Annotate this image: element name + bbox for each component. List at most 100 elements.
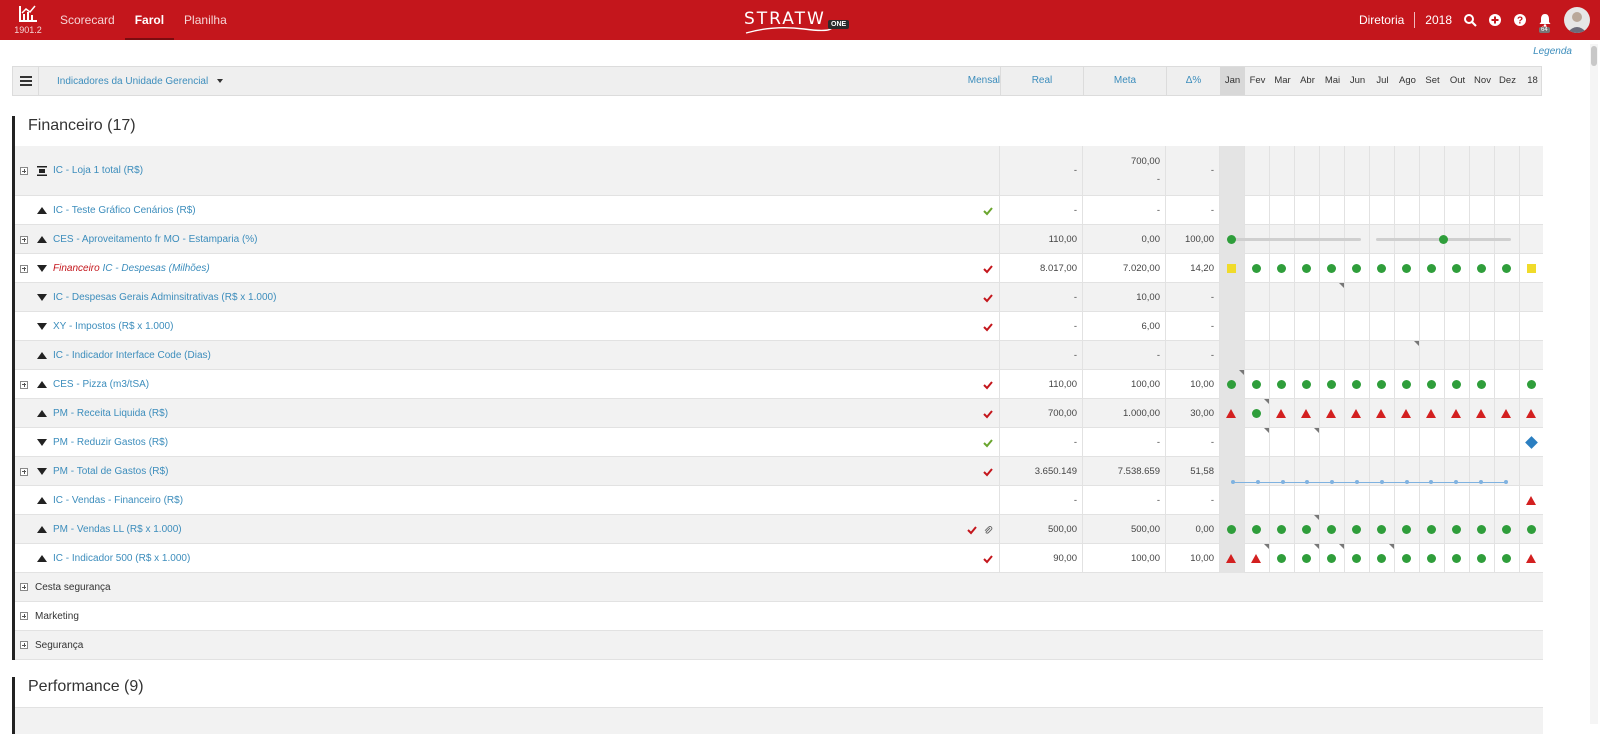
status-green-icon[interactable] (1326, 380, 1336, 389)
comment-marker-icon[interactable] (1389, 544, 1394, 549)
status-green-icon[interactable] (1276, 380, 1286, 389)
table-row[interactable]: XY - Impostos (R$ x 1.000) - 6,00 - (15, 312, 1543, 341)
status-green-icon[interactable] (1326, 264, 1336, 273)
status-green-icon[interactable] (1301, 554, 1311, 563)
status-green-icon[interactable] (1376, 525, 1386, 534)
group-row-marketing[interactable]: Marketing (15, 602, 1543, 631)
comment-marker-icon[interactable] (1264, 399, 1269, 404)
status-green-icon[interactable] (1351, 380, 1361, 389)
status-green-icon[interactable] (1438, 235, 1448, 244)
check-icon[interactable] (967, 525, 977, 535)
legend-link[interactable]: Legenda (1533, 46, 1572, 57)
comment-marker-icon[interactable] (1339, 544, 1344, 549)
status-red-icon[interactable] (1326, 408, 1336, 418)
table-row[interactable]: IC - Loja 1 total (R$) - 700,00 - - (15, 146, 1543, 196)
status-green-icon[interactable] (1251, 264, 1261, 273)
status-green-icon[interactable] (1401, 525, 1411, 534)
help-icon[interactable]: ? (1513, 13, 1527, 27)
nav-scorecard[interactable]: Scorecard (50, 0, 125, 40)
status-green-icon[interactable] (1276, 264, 1286, 273)
status-green-icon[interactable] (1426, 380, 1436, 389)
status-green-icon[interactable] (1476, 380, 1486, 389)
indicator-link[interactable]: IC - Indicador 500 (R$ x 1.000) (53, 553, 190, 564)
periodicity-header[interactable]: Mensal (943, 67, 1000, 95)
status-green-icon[interactable] (1351, 525, 1361, 534)
comment-marker-icon[interactable] (1339, 283, 1344, 288)
status-green-icon[interactable] (1476, 554, 1486, 563)
add-icon[interactable] (1488, 13, 1502, 27)
app-logo[interactable]: 1901.2 (12, 4, 44, 38)
check-icon[interactable] (983, 554, 993, 564)
check-icon[interactable] (983, 438, 993, 448)
status-green-icon[interactable] (1476, 525, 1486, 534)
month-header-jan[interactable]: Jan (1220, 67, 1245, 95)
comment-marker-icon[interactable] (1264, 428, 1269, 433)
table-row[interactable]: CES - Pizza (m3/tSA) 110,00 100,00 10,00 (15, 370, 1543, 399)
status-green-icon[interactable] (1401, 380, 1411, 389)
status-green-icon[interactable] (1376, 554, 1386, 563)
search-icon[interactable] (1463, 13, 1477, 27)
table-row[interactable]: PM - Total de Gastos (R$) 3.650.149 7.538.… (15, 457, 1543, 486)
indicator-link[interactable]: PM - Reduzir Gastos (R$) (53, 437, 168, 448)
month-header-set[interactable]: Set (1420, 67, 1445, 95)
status-green-icon[interactable] (1501, 525, 1511, 534)
status-green-icon[interactable] (1526, 380, 1536, 389)
status-green-icon[interactable] (1426, 264, 1436, 273)
check-icon[interactable] (983, 467, 993, 477)
indicator-link[interactable]: PM - Receita Liquida (R$) (53, 408, 168, 419)
table-row[interactable]: IC - Teste Gráfico Cenários (R$) - - - (15, 196, 1543, 225)
month-header-mar[interactable]: Mar (1270, 67, 1295, 95)
expand-icon[interactable] (20, 641, 28, 649)
status-green-icon[interactable] (1401, 554, 1411, 563)
table-row[interactable]: PM - Reduzir Gastos (R$) - - - (15, 428, 1543, 457)
status-red-icon[interactable] (1226, 408, 1236, 418)
comment-marker-icon[interactable] (1314, 544, 1319, 549)
comment-marker-icon[interactable] (1314, 515, 1319, 520)
month-header-nov[interactable]: Nov (1470, 67, 1495, 95)
status-red-icon[interactable] (1526, 495, 1536, 505)
status-yellow-icon[interactable] (1526, 264, 1536, 273)
attachment-icon[interactable] (983, 525, 993, 535)
comment-marker-icon[interactable] (1314, 428, 1319, 433)
status-red-icon[interactable] (1476, 408, 1486, 418)
indicator-link[interactable]: XY - Impostos (R$ x 1.000) (53, 321, 173, 332)
table-row[interactable]: IC - Indicador Interface Code (Dias) - - - (15, 341, 1543, 370)
indicator-link[interactable]: PM - Total de Gastos (R$) (53, 466, 168, 477)
table-row[interactable]: IC - Despesas Gerais Adminsitrativas (R$… (15, 283, 1543, 312)
status-green-icon[interactable] (1476, 264, 1486, 273)
month-header-mai[interactable]: Mai (1320, 67, 1345, 95)
status-red-icon[interactable] (1226, 553, 1236, 563)
month-header-out[interactable]: Out (1445, 67, 1470, 95)
month-header-18[interactable]: 18 (1520, 67, 1545, 95)
check-icon[interactable] (983, 409, 993, 419)
status-green-icon[interactable] (1376, 380, 1386, 389)
group-row-seguranca[interactable]: Segurança (15, 631, 1543, 660)
meta-header[interactable]: Meta (1083, 67, 1166, 95)
status-green-icon[interactable] (1226, 235, 1236, 244)
expand-icon[interactable] (20, 583, 28, 591)
status-green-icon[interactable] (1451, 554, 1461, 563)
indicator-group-title[interactable]: Indicadores da Unidade Gerencial (57, 76, 223, 87)
month-header-dez[interactable]: Dez (1495, 67, 1520, 95)
scrollbar-thumb[interactable] (1591, 46, 1597, 66)
expand-icon[interactable] (20, 612, 28, 620)
group-row-cesta[interactable]: Cesta segurança (15, 573, 1543, 602)
status-green-icon[interactable] (1251, 409, 1261, 418)
status-red-icon[interactable] (1251, 553, 1261, 563)
table-row[interactable]: CES - Aproveitamento fr MO - Estamparia … (15, 225, 1543, 254)
status-green-icon[interactable] (1276, 554, 1286, 563)
check-icon[interactable] (983, 264, 993, 274)
status-red-icon[interactable] (1301, 408, 1311, 418)
status-red-icon[interactable] (1351, 408, 1361, 418)
status-green-icon[interactable] (1451, 380, 1461, 389)
indicator-link[interactable]: IC - Despesas Gerais Adminsitrativas (R$… (53, 292, 276, 303)
status-green-icon[interactable] (1301, 380, 1311, 389)
status-green-icon[interactable] (1426, 554, 1436, 563)
real-header[interactable]: Real (1000, 67, 1083, 95)
status-green-icon[interactable] (1401, 264, 1411, 273)
bell-icon[interactable]: 64 (1538, 13, 1552, 33)
month-header-ago[interactable]: Ago (1395, 67, 1420, 95)
status-red-icon[interactable] (1401, 408, 1411, 418)
table-row[interactable]: PM - Vendas LL (R$ x 1.000) 500,00 500,00 0… (15, 515, 1543, 544)
expand-icon[interactable] (20, 264, 28, 273)
